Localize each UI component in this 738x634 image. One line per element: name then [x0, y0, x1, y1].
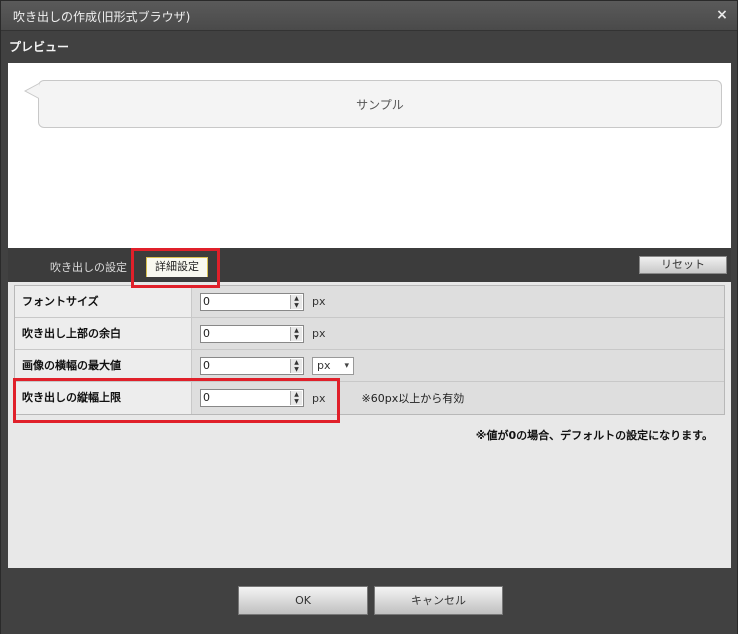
setting-row-max-height: 吹き出しの縦幅上限 0 ▲ ▼ px ※60px以上から有効 [15, 382, 724, 414]
preview-section-label: プレビュー [9, 40, 70, 54]
image-max-width-value-cell: 0 ▲ ▼ px ▾ [192, 350, 724, 381]
top-margin-label: 吹き出し上部の余白 [15, 318, 192, 349]
close-icon[interactable]: × [713, 6, 731, 24]
default-note: ※値が0の場合、デフォルトの設定になります。 [475, 429, 713, 442]
chevron-down-icon: ▾ [344, 360, 349, 371]
font-size-input[interactable]: 0 ▲ ▼ [200, 292, 304, 311]
stepper-down-icon[interactable]: ▼ [290, 333, 302, 341]
max-height-value: 0 [203, 391, 210, 404]
settings-panel: 吹き出しの設定 詳細設定 リセット フォントサイズ 0 ▲ ▼ px 吹き出し上… [8, 248, 731, 568]
image-max-width-unit-select[interactable]: px ▾ [312, 356, 354, 375]
settings-table: フォントサイズ 0 ▲ ▼ px 吹き出し上部の余白 0 ▲ ▼ px 画像の横… [14, 285, 725, 415]
stepper-down-icon[interactable]: ▼ [290, 365, 302, 373]
stepper-down-icon[interactable]: ▼ [290, 301, 302, 309]
tab-detail-settings[interactable]: 詳細設定 [146, 257, 208, 277]
tab-bar: 吹き出しの設定 詳細設定 リセット [8, 248, 731, 282]
max-height-label: 吹き出しの縦幅上限 [15, 382, 192, 414]
top-margin-value: 0 [203, 326, 210, 340]
font-size-label: フォントサイズ [15, 286, 192, 317]
preview-area: サンプル [8, 63, 731, 248]
speech-bubble: サンプル [38, 80, 722, 128]
top-margin-input[interactable]: 0 ▲ ▼ [200, 324, 304, 343]
top-margin-value-cell: 0 ▲ ▼ px [192, 318, 724, 349]
font-size-value-cell: 0 ▲ ▼ px [192, 286, 724, 317]
image-max-width-stepper[interactable]: ▲ ▼ [290, 358, 302, 373]
image-max-width-input[interactable]: 0 ▲ ▼ [200, 356, 304, 375]
window-title: 吹き出しの作成(旧形式ブラウザ) [13, 10, 191, 24]
font-size-unit: px [312, 295, 326, 308]
stepper-up-icon[interactable]: ▲ [290, 294, 302, 302]
setting-row-font-size: フォントサイズ 0 ▲ ▼ px [15, 286, 724, 318]
max-height-hint: ※60px以上から有効 [361, 392, 465, 405]
font-size-value: 0 [203, 294, 210, 308]
tab-basic-settings[interactable]: 吹き出しの設定 [50, 259, 127, 275]
title-bar: 吹き出しの作成(旧形式ブラウザ) × [1, 1, 737, 31]
ok-button[interactable]: OK [238, 586, 368, 615]
stepper-up-icon[interactable]: ▲ [290, 326, 302, 334]
max-height-unit: px [312, 391, 326, 405]
bubble-text: サンプル [356, 98, 404, 112]
stepper-up-icon[interactable]: ▲ [290, 358, 302, 366]
max-height-stepper[interactable]: ▲ ▼ [290, 391, 302, 405]
max-height-input[interactable]: 0 ▲ ▼ [200, 389, 304, 407]
max-height-value-cell: 0 ▲ ▼ px ※60px以上から有効 [192, 382, 724, 414]
unit-select-value: px [317, 358, 331, 372]
image-max-width-label: 画像の横幅の最大値 [15, 350, 192, 381]
reset-button[interactable]: リセット [639, 256, 727, 274]
setting-row-image-max-width: 画像の横幅の最大値 0 ▲ ▼ px ▾ [15, 350, 724, 382]
top-margin-unit: px [312, 327, 326, 340]
stepper-down-icon[interactable]: ▼ [290, 398, 302, 405]
dialog-footer: OK キャンセル [1, 568, 737, 634]
setting-row-top-margin: 吹き出し上部の余白 0 ▲ ▼ px [15, 318, 724, 350]
image-max-width-value: 0 [203, 358, 210, 372]
dialog-window: 吹き出しの作成(旧形式ブラウザ) × プレビュー サンプル 吹き出しの設定 詳細… [0, 0, 738, 634]
bubble-tail-fill [26, 84, 39, 98]
top-margin-stepper[interactable]: ▲ ▼ [290, 326, 302, 341]
stepper-up-icon[interactable]: ▲ [290, 391, 302, 398]
cancel-button[interactable]: キャンセル [374, 586, 503, 615]
font-size-stepper[interactable]: ▲ ▼ [290, 294, 302, 309]
